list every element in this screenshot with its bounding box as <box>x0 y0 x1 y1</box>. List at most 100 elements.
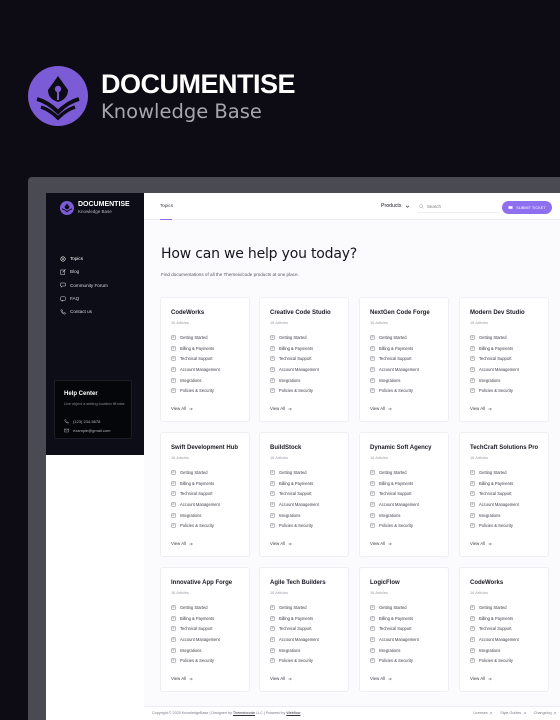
sidebar-item-blog[interactable]: Blog <box>60 265 108 278</box>
card-title[interactable]: CodeWorks <box>171 310 204 316</box>
breadcrumb[interactable]: Topics <box>160 203 173 208</box>
card-link-billing-payments[interactable]: Billing & Payments <box>370 613 419 624</box>
card-title[interactable]: Agile Tech Builders <box>270 580 326 586</box>
card-link-getting-started[interactable]: Getting Started <box>470 467 519 478</box>
footer-designer-link[interactable]: Themeixcode <box>233 711 255 715</box>
sidebar-item-faq[interactable]: FAQ <box>60 292 108 305</box>
view-all-link[interactable]: View All <box>370 676 392 681</box>
card-title[interactable]: Creative Code Studio <box>270 310 331 316</box>
card-link-policies-security[interactable]: Policies & Security <box>171 385 220 396</box>
card-link-account-management[interactable]: Account Management <box>470 364 519 375</box>
card-link-technical-support[interactable]: Technical Support <box>470 488 519 499</box>
sidebar-item-community-forum[interactable]: Community Forum <box>60 279 108 292</box>
view-all-link[interactable]: View All <box>171 406 193 411</box>
card-title[interactable]: LogicFlow <box>370 580 400 586</box>
card-link-getting-started[interactable]: Getting Started <box>171 602 220 613</box>
help-phone[interactable]: (123) 234-5678 <box>64 419 100 424</box>
card-link-integrations[interactable]: Integrations <box>470 510 519 521</box>
card-link-billing-payments[interactable]: Billing & Payments <box>370 343 419 354</box>
card-link-getting-started[interactable]: Getting Started <box>370 602 419 613</box>
view-all-link[interactable]: View All <box>171 541 193 546</box>
card-link-policies-security[interactable]: Policies & Security <box>270 520 319 531</box>
card-link-getting-started[interactable]: Getting Started <box>171 332 220 343</box>
card-link-getting-started[interactable]: Getting Started <box>270 467 319 478</box>
card-link-technical-support[interactable]: Technical Support <box>171 623 220 634</box>
card-title[interactable]: Dynamic Soft Agency <box>370 445 431 451</box>
card-link-technical-support[interactable]: Technical Support <box>171 488 220 499</box>
view-all-link[interactable]: View All <box>470 406 492 411</box>
view-all-link[interactable]: View All <box>171 676 193 681</box>
card-link-billing-payments[interactable]: Billing & Payments <box>470 613 519 624</box>
card-link-account-management[interactable]: Account Management <box>470 499 519 510</box>
card-link-account-management[interactable]: Account Management <box>470 634 519 645</box>
card-title[interactable]: Swift Development Hub <box>171 445 238 451</box>
card-link-billing-payments[interactable]: Billing & Payments <box>171 343 220 354</box>
card-link-policies-security[interactable]: Policies & Security <box>470 520 519 531</box>
card-link-account-management[interactable]: Account Management <box>370 364 419 375</box>
card-link-getting-started[interactable]: Getting Started <box>470 332 519 343</box>
card-link-technical-support[interactable]: Technical Support <box>270 488 319 499</box>
footer-link-style-guides[interactable]: Style Guides <box>500 711 526 715</box>
footer-link-licenses[interactable]: Licenses <box>473 711 492 715</box>
card-link-billing-payments[interactable]: Billing & Payments <box>171 613 220 624</box>
view-all-link[interactable]: View All <box>270 541 292 546</box>
card-link-billing-payments[interactable]: Billing & Payments <box>270 343 319 354</box>
view-all-link[interactable]: View All <box>470 676 492 681</box>
view-all-link[interactable]: View All <box>370 541 392 546</box>
card-title[interactable]: NextGen Code Forge <box>370 310 430 316</box>
card-link-getting-started[interactable]: Getting Started <box>370 467 419 478</box>
card-link-policies-security[interactable]: Policies & Security <box>270 385 319 396</box>
card-link-getting-started[interactable]: Getting Started <box>270 602 319 613</box>
card-link-technical-support[interactable]: Technical Support <box>370 353 419 364</box>
card-link-billing-payments[interactable]: Billing & Payments <box>270 478 319 489</box>
card-title[interactable]: CodeWorks <box>470 580 503 586</box>
card-link-getting-started[interactable]: Getting Started <box>171 467 220 478</box>
card-link-policies-security[interactable]: Policies & Security <box>270 655 319 666</box>
card-link-integrations[interactable]: Integrations <box>270 375 319 386</box>
card-link-technical-support[interactable]: Technical Support <box>470 623 519 634</box>
view-all-link[interactable]: View All <box>370 406 392 411</box>
card-link-account-management[interactable]: Account Management <box>171 634 220 645</box>
card-link-getting-started[interactable]: Getting Started <box>470 602 519 613</box>
search-input[interactable] <box>427 204 491 209</box>
card-link-integrations[interactable]: Integrations <box>171 375 220 386</box>
card-link-technical-support[interactable]: Technical Support <box>171 353 220 364</box>
products-dropdown[interactable]: Products <box>381 203 410 209</box>
card-link-technical-support[interactable]: Technical Support <box>370 623 419 634</box>
card-link-billing-payments[interactable]: Billing & Payments <box>370 478 419 489</box>
card-link-integrations[interactable]: Integrations <box>370 645 419 656</box>
card-link-integrations[interactable]: Integrations <box>470 645 519 656</box>
view-all-link[interactable]: View All <box>470 541 492 546</box>
card-link-policies-security[interactable]: Policies & Security <box>470 385 519 396</box>
card-link-technical-support[interactable]: Technical Support <box>470 353 519 364</box>
card-link-integrations[interactable]: Integrations <box>370 375 419 386</box>
card-link-billing-payments[interactable]: Billing & Payments <box>270 613 319 624</box>
footer-link-changelog[interactable]: Changelog <box>534 711 556 715</box>
card-link-integrations[interactable]: Integrations <box>171 645 220 656</box>
card-link-policies-security[interactable]: Policies & Security <box>171 655 220 666</box>
card-title[interactable]: Modern Dev Studio <box>470 310 525 316</box>
card-title[interactable]: BuildStock <box>270 445 301 451</box>
card-title[interactable]: TechCraft Solutions Pro <box>470 445 538 451</box>
submit-ticket-button[interactable]: SUBMIT TICKET <box>502 201 552 214</box>
card-link-technical-support[interactable]: Technical Support <box>370 488 419 499</box>
card-link-account-management[interactable]: Account Management <box>270 499 319 510</box>
card-link-billing-payments[interactable]: Billing & Payments <box>470 343 519 354</box>
footer-powered-link[interactable]: Webflow <box>286 711 300 715</box>
help-email[interactable]: example@gmail.com <box>64 428 110 433</box>
card-link-integrations[interactable]: Integrations <box>270 645 319 656</box>
card-link-integrations[interactable]: Integrations <box>470 375 519 386</box>
card-link-integrations[interactable]: Integrations <box>171 510 220 521</box>
sidebar-item-topics[interactable]: Topics <box>60 252 108 265</box>
card-link-policies-security[interactable]: Policies & Security <box>470 655 519 666</box>
card-link-account-management[interactable]: Account Management <box>370 499 419 510</box>
card-link-account-management[interactable]: Account Management <box>171 364 220 375</box>
card-link-technical-support[interactable]: Technical Support <box>270 623 319 634</box>
card-link-policies-security[interactable]: Policies & Security <box>370 655 419 666</box>
card-link-integrations[interactable]: Integrations <box>270 510 319 521</box>
card-link-integrations[interactable]: Integrations <box>370 510 419 521</box>
card-link-policies-security[interactable]: Policies & Security <box>370 520 419 531</box>
card-link-account-management[interactable]: Account Management <box>370 634 419 645</box>
card-link-getting-started[interactable]: Getting Started <box>370 332 419 343</box>
card-link-billing-payments[interactable]: Billing & Payments <box>470 478 519 489</box>
